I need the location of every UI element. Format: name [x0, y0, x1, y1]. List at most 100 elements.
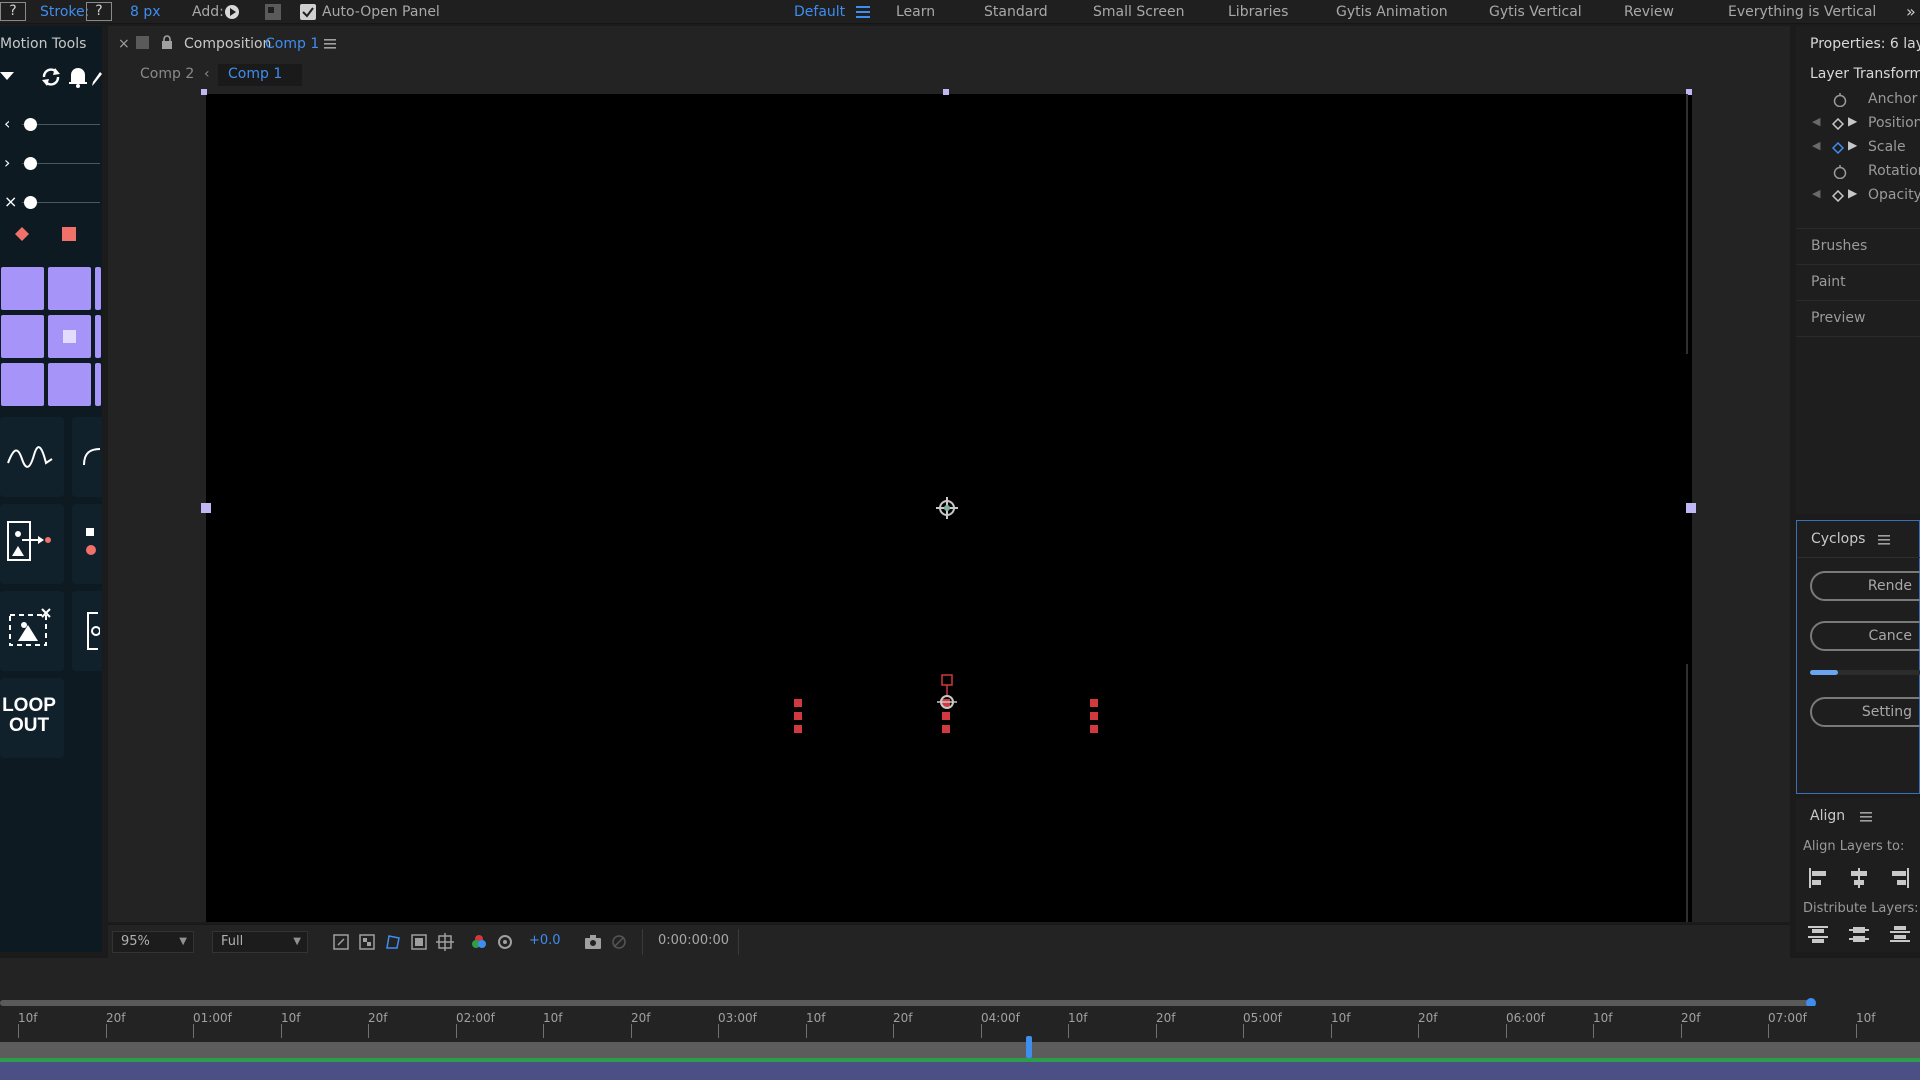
stopwatch-icon[interactable] — [1833, 93, 1847, 107]
workspace-review[interactable]: Review — [1624, 0, 1674, 24]
panel-menu-icon[interactable] — [324, 39, 336, 49]
arrange-tool[interactable] — [0, 504, 64, 584]
workspace-gytis-vertical[interactable]: Gytis Vertical — [1489, 0, 1582, 24]
distribute-vertical-center-icon[interactable] — [1849, 924, 1869, 944]
ease-in-slider[interactable]: ‹ — [0, 114, 100, 134]
stroke-swatch[interactable]: ? — [86, 2, 112, 21]
bracket-tool[interactable] — [72, 591, 102, 671]
breadcrumb-current-tab[interactable]: Comp 1 — [218, 64, 302, 86]
align-right-icon[interactable] — [1890, 868, 1910, 888]
stroke-width[interactable]: 8 px — [130, 0, 161, 24]
anchor-cell-bottom-left[interactable] — [1, 363, 44, 406]
workspace-default[interactable]: Default — [794, 0, 845, 24]
expand-arrow-icon[interactable]: ▶ — [1848, 114, 1857, 128]
current-timecode[interactable]: 0:00:00:00 — [658, 933, 729, 948]
prev-keyframe-icon[interactable]: ◀ — [1812, 139, 1820, 152]
lock-icon[interactable] — [161, 35, 173, 49]
workspace-libraries[interactable]: Libraries — [1228, 0, 1288, 24]
slider-knob[interactable] — [24, 118, 37, 131]
layer-marker-right[interactable] — [1090, 699, 1098, 733]
reset-exposure-icon[interactable] — [496, 933, 514, 951]
workspace-menu-icon[interactable] — [856, 6, 870, 18]
keyframe-diamond-icon[interactable] — [14, 226, 30, 242]
panel-menu-icon[interactable] — [1878, 535, 1890, 545]
workspace-small-screen[interactable]: Small Screen — [1093, 0, 1184, 24]
current-time-indicator[interactable] — [1026, 1036, 1032, 1058]
transparency-grid-icon[interactable] — [358, 933, 376, 951]
refresh-icon[interactable] — [40, 66, 62, 88]
prev-keyframe-icon[interactable]: ◀ — [1812, 187, 1820, 200]
panel-brushes[interactable]: Brushes — [1796, 228, 1920, 264]
selection-handle[interactable] — [943, 89, 949, 95]
stopwatch-icon[interactable] — [1833, 165, 1847, 179]
prev-keyframe-icon[interactable]: ◀ — [1812, 115, 1820, 128]
slider-knob[interactable] — [24, 157, 37, 170]
anchor-cell-top-left[interactable] — [1, 267, 44, 310]
wiggle-tool[interactable] — [0, 417, 64, 497]
grid-guides-icon[interactable] — [436, 933, 454, 951]
region-of-interest-icon[interactable] — [332, 933, 350, 951]
keyframe-square-icon[interactable] — [61, 226, 77, 242]
help-button[interactable]: ? — [0, 2, 26, 21]
property-row-rotation[interactable]: Rotation — [1796, 160, 1920, 184]
slider-knob[interactable] — [24, 196, 37, 209]
crop-tool[interactable] — [0, 591, 64, 671]
anchor-cell-center[interactable] — [48, 315, 91, 358]
distribute-bottom-icon[interactable] — [1890, 924, 1910, 944]
anchor-cell-bottom-center[interactable] — [48, 363, 91, 406]
show-snapshot-icon[interactable] — [610, 933, 628, 951]
property-row-opacity[interactable]: ◀ ▶ Opacity — [1796, 184, 1920, 208]
anchor-point-icon[interactable] — [935, 496, 959, 520]
layer-transform-heading[interactable]: Layer Transform — [1810, 66, 1920, 82]
align-left-icon[interactable] — [1808, 868, 1828, 888]
selection-handle[interactable] — [201, 89, 207, 95]
workspace-gytis-animation[interactable]: Gytis Animation — [1336, 0, 1448, 24]
selected-layer-anchor-icon[interactable] — [935, 674, 959, 710]
ease-both-slider[interactable]: × — [0, 192, 100, 212]
zoom-dropdown[interactable]: 95% ▼ — [112, 931, 194, 953]
panel-menu-icon[interactable] — [1860, 812, 1872, 822]
chevron-right-icon[interactable]: » — [1906, 0, 1916, 24]
keyframe-toggle-icon[interactable] — [1832, 118, 1844, 130]
color-channels-icon[interactable] — [470, 933, 488, 951]
anchor-cell-bottom-right[interactable] — [95, 363, 101, 406]
selection-handle-left[interactable] — [201, 503, 211, 513]
keyframe-toggle-icon[interactable] — [1832, 142, 1844, 154]
render-button[interactable]: Rende — [1810, 571, 1920, 601]
anchor-cell-top-right[interactable] — [95, 267, 101, 310]
dropdown-arrow-icon[interactable] — [0, 70, 14, 82]
bell-icon[interactable] — [68, 66, 88, 88]
cancel-button[interactable]: Cance — [1810, 621, 1920, 651]
panel-paint[interactable]: Paint — [1796, 264, 1920, 300]
breadcrumb-comp-2[interactable]: Comp 2 — [140, 66, 194, 82]
ease-out-slider[interactable]: › — [0, 153, 100, 173]
add-circle-icon[interactable] — [224, 4, 240, 20]
distribute-top-icon[interactable] — [1808, 924, 1828, 944]
panel-icon[interactable] — [264, 3, 282, 21]
resolution-dropdown[interactable]: Full ▼ — [212, 931, 308, 953]
pen-icon[interactable] — [92, 70, 102, 86]
safe-margins-icon[interactable] — [410, 933, 428, 951]
workspace-learn[interactable]: Learn — [896, 0, 935, 24]
time-ruler[interactable]: 10f 20f 01:00f 10f 20f 02:00f 10f 20f 03:00f 10f 2… — [0, 1006, 1920, 1046]
panel-preview[interactable]: Preview — [1796, 300, 1920, 336]
anchor-cell-middle-left[interactable] — [1, 315, 44, 358]
auto-open-checkbox[interactable] — [300, 4, 316, 20]
property-row-anchor-point[interactable]: Anchor P — [1796, 88, 1920, 112]
settings-button[interactable]: Setting — [1810, 697, 1920, 727]
expand-arrow-icon[interactable]: ▶ — [1848, 138, 1857, 152]
workspace-standard[interactable]: Standard — [984, 0, 1048, 24]
property-row-scale[interactable]: ◀ ▶ Scale — [1796, 136, 1920, 160]
keyframe-toggle-icon[interactable] — [1832, 190, 1844, 202]
align-horizontal-center-icon[interactable] — [1849, 868, 1869, 888]
loop-out-button[interactable]: LOOP OUT — [0, 678, 64, 758]
composition-canvas[interactable] — [201, 89, 1696, 922]
property-row-position[interactable]: ◀ ▶ Position — [1796, 112, 1920, 136]
work-area-bar[interactable] — [0, 1042, 1920, 1058]
curve-tool[interactable] — [72, 417, 102, 497]
anchor-cell-middle-right[interactable] — [95, 315, 101, 358]
layer-marker-left[interactable] — [794, 699, 802, 733]
expand-arrow-icon[interactable]: ▶ — [1848, 186, 1857, 200]
mask-path-icon[interactable] — [384, 933, 402, 951]
composition-name[interactable]: Comp 1 — [265, 36, 319, 52]
